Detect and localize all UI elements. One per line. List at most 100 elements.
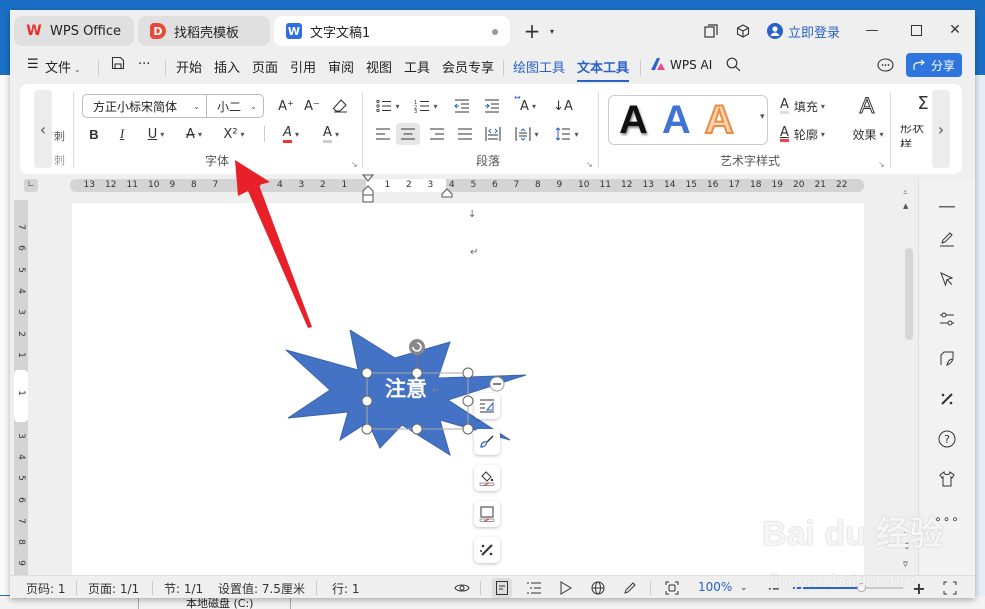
font-color-button[interactable]: A ▾ bbox=[314, 123, 348, 145]
bold-button[interactable]: B bbox=[84, 123, 104, 145]
fit-page-icon[interactable] bbox=[662, 578, 682, 598]
strikethrough-button[interactable]: A ▾ bbox=[178, 123, 210, 145]
text-effect-button[interactable]: 效果 ▾ bbox=[848, 123, 888, 145]
tab-docer[interactable]: D 找稻壳模板 bbox=[138, 16, 270, 46]
char-spacing-button[interactable]: A ↔ ▾ bbox=[510, 93, 546, 117]
next-page-icon[interactable]: ⩢ bbox=[903, 560, 908, 570]
cube-icon[interactable] bbox=[734, 22, 752, 40]
ribbon-scroll-left[interactable]: ‹ bbox=[34, 90, 52, 168]
tab-wps-office[interactable]: W WPS Office bbox=[14, 16, 134, 46]
italic-button[interactable]: I bbox=[112, 123, 132, 145]
decrease-indent-button[interactable] bbox=[452, 95, 472, 117]
text-wrap-button[interactable] bbox=[474, 393, 500, 419]
status-page-count[interactable]: 页面: 1/1 bbox=[88, 580, 139, 597]
shape-text[interactable]: 注意 bbox=[380, 373, 432, 403]
rotate-handle-icon[interactable] bbox=[409, 339, 425, 355]
zoom-dropdown-icon[interactable]: ⌄ bbox=[740, 583, 748, 593]
web-view-icon[interactable] bbox=[588, 578, 608, 598]
menu-member[interactable]: 会员专享 bbox=[442, 57, 494, 76]
scrollbar-thumb[interactable] bbox=[905, 248, 913, 340]
status-line[interactable]: 行: 1 bbox=[332, 580, 360, 597]
new-tab-button[interactable]: + bbox=[522, 19, 542, 43]
font-dialog-launcher[interactable]: ↘ bbox=[351, 160, 358, 169]
save-icon[interactable] bbox=[111, 56, 125, 74]
share-button[interactable]: 分享 bbox=[906, 53, 962, 77]
paragraph-spacing-button[interactable]: ▾ bbox=[510, 123, 544, 145]
align-center-button[interactable] bbox=[396, 123, 420, 145]
menu-drawing-tools[interactable]: 绘图工具 bbox=[513, 57, 565, 76]
collapse-panel-icon[interactable] bbox=[936, 196, 958, 218]
shape-effects-button[interactable] bbox=[474, 537, 500, 563]
underline-button[interactable]: U ▾ bbox=[140, 123, 172, 145]
more-button[interactable]: ··· bbox=[138, 57, 150, 72]
superscript-button[interactable]: X² ▾ bbox=[216, 123, 252, 145]
clear-format-button[interactable] bbox=[330, 95, 350, 117]
select-cursor-icon[interactable] bbox=[936, 268, 958, 290]
fullscreen-icon[interactable] bbox=[940, 578, 960, 598]
highlight-button[interactable]: A ▾ bbox=[274, 123, 308, 145]
menu-review[interactable]: 审阅 bbox=[328, 57, 354, 76]
page-view-icon[interactable] bbox=[492, 578, 512, 598]
menu-file[interactable]: 文件 ⌄ bbox=[45, 57, 81, 76]
line-spacing-button[interactable]: ▾ bbox=[550, 123, 584, 145]
menu-insert[interactable]: 插入 bbox=[214, 57, 240, 76]
shrink-font-button[interactable]: A⁻ bbox=[302, 95, 322, 117]
minimize-button[interactable]: — bbox=[862, 20, 882, 40]
close-button[interactable]: ✕ bbox=[945, 20, 965, 40]
status-page-number[interactable]: 页码: 1 bbox=[26, 580, 66, 597]
wordart-more-icon[interactable]: ▾ bbox=[760, 112, 765, 122]
horizontal-ruler[interactable]: 1312111098754321123456789101112131415161… bbox=[70, 179, 864, 192]
bullet-list-button[interactable]: ▾ bbox=[372, 95, 404, 117]
pen-icon[interactable] bbox=[936, 228, 958, 250]
grow-font-button[interactable]: A⁺ bbox=[276, 95, 296, 117]
maximize-button[interactable] bbox=[906, 20, 926, 40]
status-setting-value[interactable]: 设置值: 7.5厘米 bbox=[218, 580, 305, 597]
wps-ai-button[interactable]: WPS AI bbox=[670, 58, 712, 72]
vertical-ruler[interactable]: 7654321134567890 bbox=[14, 200, 28, 588]
text-outline-button[interactable]: A 轮廓 ▾ bbox=[780, 123, 840, 145]
shape-fill-button[interactable] bbox=[474, 465, 500, 491]
text-effect-icon[interactable]: A bbox=[854, 93, 880, 119]
wordart-dialog-launcher[interactable]: ↘ bbox=[878, 160, 885, 169]
prev-page-icon[interactable]: ⩡ bbox=[903, 188, 908, 198]
comment-icon[interactable] bbox=[877, 58, 894, 76]
menu-text-tools[interactable]: 文本工具 bbox=[577, 57, 630, 82]
zoom-level[interactable]: 100% bbox=[698, 580, 732, 594]
help-icon[interactable]: ? bbox=[936, 428, 958, 450]
shape-style-float-button[interactable] bbox=[474, 429, 500, 455]
adjust-sliders-icon[interactable] bbox=[936, 308, 958, 330]
paragraph-dialog-launcher[interactable]: ↘ bbox=[586, 160, 593, 169]
status-section[interactable]: 节: 1/1 bbox=[164, 580, 203, 597]
sort-button[interactable]: ↓A bbox=[552, 95, 574, 117]
menu-home[interactable]: 开始 bbox=[176, 57, 202, 76]
shape-style-button[interactable]: 形状样 bbox=[900, 125, 932, 147]
pen-mode-icon[interactable] bbox=[620, 578, 640, 598]
font-size-dropdown[interactable]: 小二 ⌄ bbox=[207, 95, 263, 117]
menu-page[interactable]: 页面 bbox=[252, 57, 278, 76]
align-right-button[interactable] bbox=[426, 123, 448, 145]
tab-document[interactable]: W 文字文稿1 bbox=[274, 16, 510, 46]
text-fill-button[interactable]: A 填充 ▾ bbox=[780, 95, 840, 117]
play-icon[interactable] bbox=[556, 578, 576, 598]
distribute-button[interactable] bbox=[482, 123, 504, 145]
tab-stop-selector[interactable]: ∟ bbox=[24, 179, 38, 192]
login-link[interactable]: 立即登录 bbox=[788, 22, 840, 41]
shape-style-icon[interactable]: Σ bbox=[912, 92, 934, 114]
scroll-up-icon[interactable]: ▲ bbox=[903, 202, 908, 210]
font-name-dropdown[interactable]: 方正小标宋简体 ⌄ bbox=[83, 95, 207, 117]
eye-protection-icon[interactable] bbox=[452, 578, 472, 598]
ribbon-scroll-right[interactable]: › bbox=[932, 90, 950, 168]
outline-view-icon[interactable] bbox=[524, 578, 544, 598]
menu-tools[interactable]: 工具 bbox=[404, 57, 430, 76]
wordart-preset-black[interactable]: A bbox=[619, 100, 648, 140]
menu-references[interactable]: 引用 bbox=[290, 57, 316, 76]
hamburger-icon[interactable]: ☰ bbox=[27, 57, 39, 72]
justify-button[interactable] bbox=[454, 123, 476, 145]
wordart-preset-orange[interactable]: A bbox=[704, 99, 735, 141]
wordart-preset-blue[interactable]: A bbox=[662, 100, 691, 140]
tab-list-chevron-icon[interactable]: ▾ bbox=[546, 24, 558, 38]
numbered-list-button[interactable]: 1 2 3 ▾ bbox=[410, 95, 442, 117]
menu-view[interactable]: 视图 bbox=[366, 57, 392, 76]
window-layout-icon[interactable] bbox=[702, 22, 720, 40]
search-icon[interactable] bbox=[726, 57, 741, 76]
